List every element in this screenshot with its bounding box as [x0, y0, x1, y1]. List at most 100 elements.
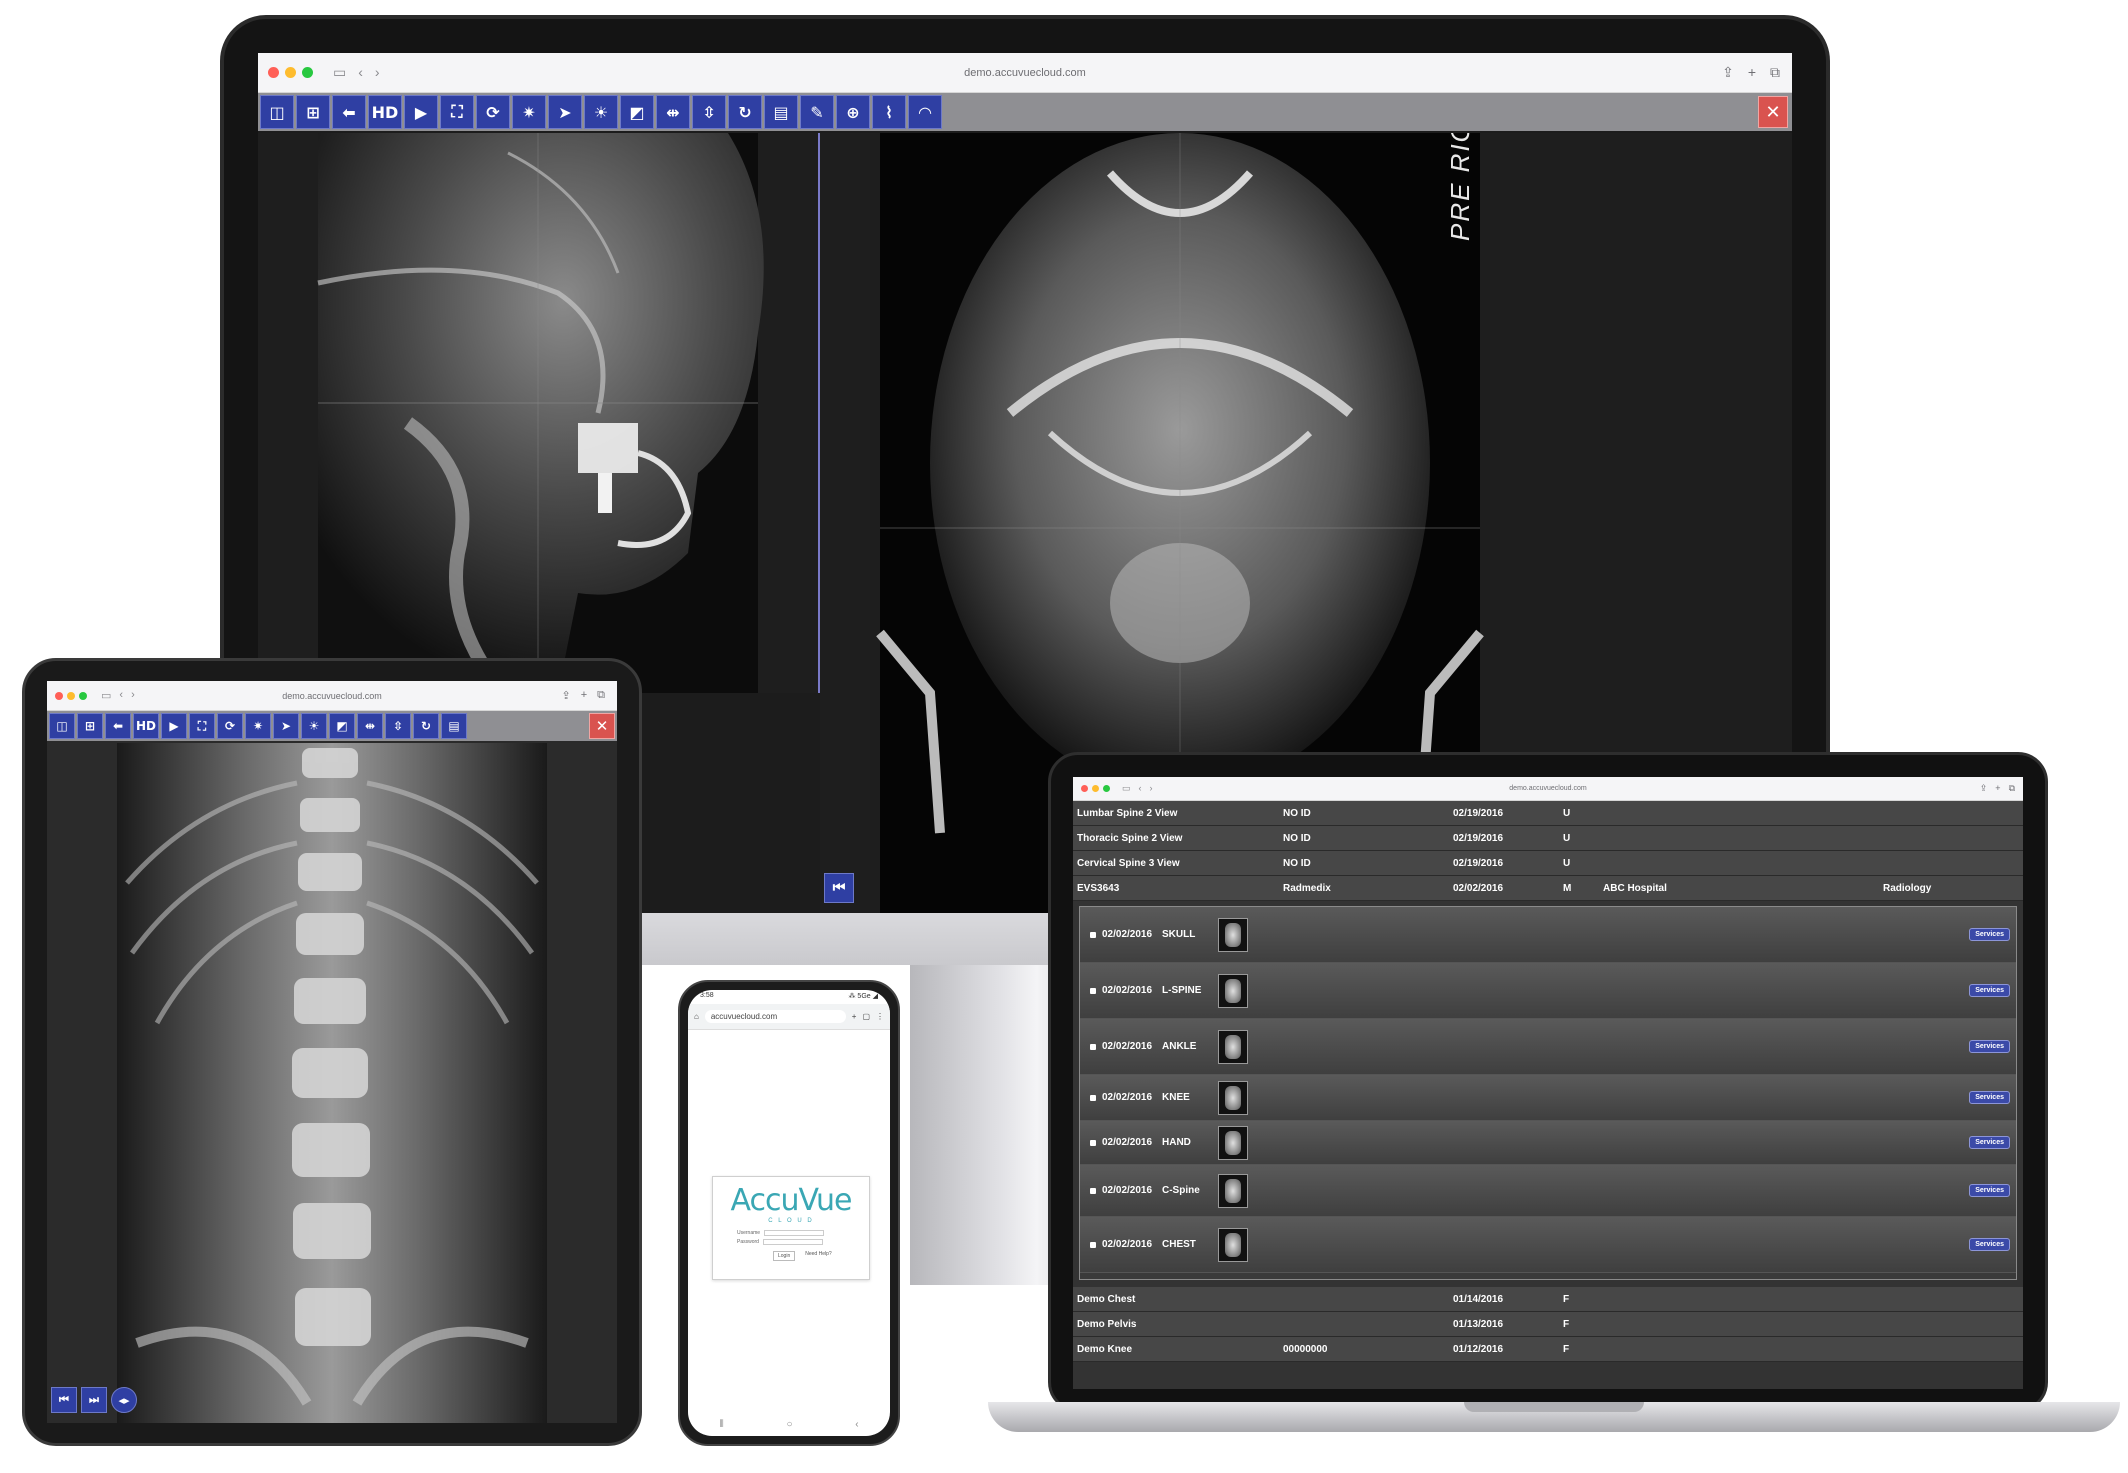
brightness-icon[interactable]: ☀ [301, 713, 327, 739]
flip-vertical-icon[interactable]: ⇳ [692, 95, 726, 129]
study-thumbnail[interactable] [1218, 1029, 1248, 1064]
magnify-icon[interactable]: ⊕ [836, 95, 870, 129]
study-thumbnail[interactable] [1218, 1125, 1248, 1160]
patient-row[interactable]: Demo Chest 01/14/2016 F [1073, 1287, 2023, 1312]
new-tab-icon[interactable]: + [1995, 783, 2000, 794]
sidebar-icon[interactable]: ▭ [1122, 783, 1131, 794]
study-row[interactable]: 02/02/2016 C-Spine Services [1080, 1165, 2016, 1217]
study-thumbnail[interactable] [1218, 1080, 1248, 1115]
annotate-icon[interactable]: ✎ [800, 95, 834, 129]
sidebar-icon[interactable]: ▭ [101, 689, 111, 702]
forward-icon[interactable]: › [131, 689, 135, 702]
play-icon[interactable]: ▶ [161, 713, 187, 739]
first-frame-icon[interactable]: ⏮ [51, 1387, 77, 1413]
study-row[interactable]: 02/02/2016 ANKLE Services [1080, 1019, 2016, 1075]
minimize-window-button[interactable] [1092, 785, 1099, 792]
brightness-icon[interactable]: ☀ [584, 95, 618, 129]
back-arrow-icon[interactable]: ⬅ [105, 713, 131, 739]
services-button[interactable]: Services [1969, 1136, 2010, 1149]
study-thumbnail[interactable] [1218, 973, 1248, 1008]
help-link[interactable]: Need Help? [805, 1251, 831, 1261]
recent-apps-icon[interactable]: ⦀ [719, 1419, 723, 1430]
patient-row[interactable]: Demo Pelvis 01/13/2016 F [1073, 1312, 2023, 1337]
patient-row[interactable]: EVS3643 Radmedix 02/02/2016 M ABC Hospital Ra… [1073, 876, 2023, 901]
viewport-left[interactable] [258, 133, 818, 693]
hd-icon[interactable]: HD [368, 95, 402, 129]
sidebar-icon[interactable]: ▭ [333, 64, 346, 81]
new-tab-icon[interactable]: + [581, 689, 587, 702]
minimize-window-button[interactable] [67, 691, 75, 700]
address-bar[interactable]: demo.accuvuecloud.com [964, 67, 1086, 79]
tabs-icon[interactable]: ▢ [862, 1012, 870, 1021]
last-frame-icon[interactable]: ⏭ [81, 1387, 107, 1413]
username-field[interactable] [764, 1230, 825, 1236]
study-thumbnail[interactable] [1218, 1227, 1248, 1262]
first-frame-button[interactable]: ⏮ [824, 873, 854, 903]
tabs-icon[interactable]: ⧉ [597, 689, 605, 702]
new-tab-icon[interactable]: + [1748, 64, 1756, 81]
address-bar[interactable]: accuvuecloud.com [704, 1010, 846, 1023]
pointer-icon[interactable]: ➤ [273, 713, 299, 739]
grid-view-icon[interactable]: ⊞ [296, 95, 330, 129]
back-nav-icon[interactable]: ‹ [855, 1419, 858, 1430]
foot-icon[interactable]: ⌇ [872, 95, 906, 129]
back-icon[interactable]: ‹ [1139, 783, 1142, 794]
home-button-icon[interactable]: ○ [787, 1419, 793, 1430]
hd-icon[interactable]: HD [133, 713, 159, 739]
services-button[interactable]: Services [1969, 1040, 2010, 1053]
reset-icon[interactable]: ↻ [413, 713, 439, 739]
patient-row[interactable]: Lumbar Spine 2 View NO ID 02/19/2016 U [1073, 801, 2023, 826]
split-view-icon[interactable]: ◫ [49, 713, 75, 739]
address-bar[interactable]: demo.accuvuecloud.com [282, 691, 382, 701]
rotate-icon[interactable]: ⟳ [217, 713, 243, 739]
forward-icon[interactable]: › [375, 64, 380, 81]
flip-horizontal-icon[interactable]: ⇹ [656, 95, 690, 129]
close-viewer-button[interactable]: ✕ [1758, 96, 1788, 128]
study-thumbnail[interactable] [1218, 917, 1248, 952]
reset-icon[interactable]: ↻ [728, 95, 762, 129]
grid-view-icon[interactable]: ⊞ [77, 713, 103, 739]
back-arrow-icon[interactable]: ⬅ [332, 95, 366, 129]
new-tab-icon[interactable]: + [852, 1012, 857, 1021]
share-icon[interactable]: ⇪ [1722, 64, 1734, 81]
services-button[interactable]: Services [1969, 1184, 2010, 1197]
services-button[interactable]: Services [1969, 928, 2010, 941]
zoom-window-button[interactable] [1103, 785, 1110, 792]
close-viewer-button[interactable]: ✕ [589, 713, 615, 739]
cine-icon[interactable]: ◂▸ [111, 1387, 137, 1413]
ruler-icon[interactable]: ▤ [764, 95, 798, 129]
close-window-button[interactable] [1081, 785, 1088, 792]
forward-icon[interactable]: › [1150, 783, 1153, 794]
pointer-icon[interactable]: ➤ [548, 95, 582, 129]
services-button[interactable]: Services [1969, 1091, 2010, 1104]
study-row[interactable]: 02/02/2016 L-SPINE Services [1080, 963, 2016, 1019]
services-button[interactable]: Services [1969, 984, 2010, 997]
invert-icon[interactable]: ◩ [329, 713, 355, 739]
tabs-icon[interactable]: ⧉ [2009, 783, 2015, 794]
services-button[interactable]: Services [1969, 1238, 2010, 1251]
flip-horizontal-icon[interactable]: ⇹ [357, 713, 383, 739]
menu-icon[interactable]: ⋮ [876, 1012, 884, 1021]
patient-row[interactable]: Thoracic Spine 2 View NO ID 02/19/2016 U [1073, 826, 2023, 851]
study-row[interactable]: 02/02/2016 HAND Services [1080, 1121, 2016, 1165]
study-row[interactable]: 02/02/2016 SKULL Services [1080, 907, 2016, 963]
back-icon[interactable]: ‹ [119, 689, 123, 702]
share-icon[interactable]: ⇪ [1980, 783, 1988, 794]
zoom-window-button[interactable] [79, 691, 87, 700]
patient-row[interactable]: Cervical Spine 3 View NO ID 02/19/2016 U [1073, 851, 2023, 876]
study-thumbnail[interactable] [1218, 1173, 1248, 1208]
minimize-window-button[interactable] [285, 67, 296, 78]
password-field[interactable] [762, 1239, 823, 1245]
fit-screen-icon[interactable]: ⛶ [440, 95, 474, 129]
patient-row[interactable]: Demo Knee 00000000 01/12/2016 F [1073, 1337, 2023, 1362]
play-icon[interactable]: ▶ [404, 95, 438, 129]
hide-icon[interactable]: ◠ [908, 95, 942, 129]
zoom-window-button[interactable] [302, 67, 313, 78]
close-window-button[interactable] [55, 691, 63, 700]
tablet-viewport[interactable] [47, 743, 617, 1423]
flip-vertical-icon[interactable]: ⇳ [385, 713, 411, 739]
rotate-icon[interactable]: ⟳ [476, 95, 510, 129]
invert-icon[interactable]: ◩ [620, 95, 654, 129]
login-button[interactable]: Login [773, 1251, 796, 1261]
window-level-icon[interactable]: ✷ [512, 95, 546, 129]
